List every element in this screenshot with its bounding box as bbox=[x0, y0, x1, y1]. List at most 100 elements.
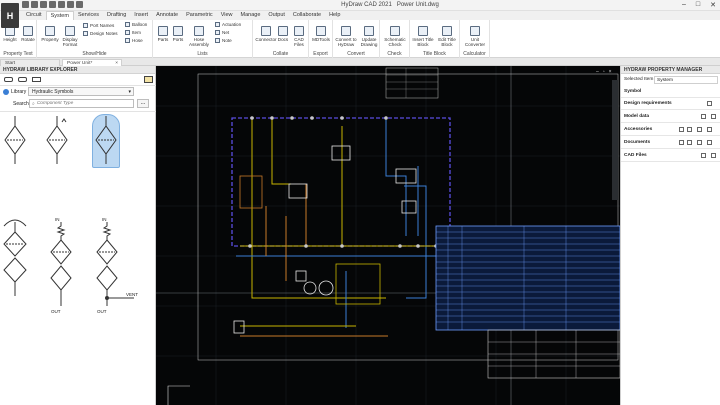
legend-table bbox=[385, 67, 439, 99]
edit-title-block-button[interactable]: Edit Title Block bbox=[436, 26, 458, 47]
net-button[interactable]: Net bbox=[215, 30, 229, 35]
viewport-close-icon[interactable]: × bbox=[609, 69, 612, 75]
filter-symbol-3[interactable] bbox=[95, 116, 117, 164]
app-logo[interactable]: H bbox=[1, 3, 19, 28]
design-notes-button[interactable]: Design Notes bbox=[83, 31, 118, 36]
mdtools-icon bbox=[316, 26, 326, 36]
save-icon[interactable] bbox=[40, 1, 47, 8]
display-format-button[interactable]: Display Format bbox=[60, 26, 80, 47]
ports-button[interactable]: Ports bbox=[171, 26, 185, 42]
convert-icon bbox=[341, 26, 351, 36]
tab-services[interactable]: Services bbox=[74, 11, 103, 20]
tab-output[interactable]: Output bbox=[264, 11, 289, 20]
doc-tab-start[interactable]: Start bbox=[0, 59, 60, 66]
drawing-canvas[interactable]: – ▫ × bbox=[156, 66, 620, 405]
search-icon: ⌕ bbox=[32, 100, 35, 107]
note-button[interactable]: Note bbox=[215, 38, 232, 43]
hose-assembly-button[interactable]: Hose Assembly bbox=[187, 26, 211, 47]
tab-system[interactable]: System bbox=[45, 11, 74, 20]
disconnect-port-icon[interactable] bbox=[18, 77, 27, 82]
file-name: Power Unit.dwg bbox=[396, 2, 439, 8]
docs-button[interactable]: Docs bbox=[277, 26, 289, 42]
flow-line-icon[interactable] bbox=[32, 77, 41, 82]
balloon-button[interactable]: Balloon bbox=[125, 22, 147, 27]
item-button[interactable]: Item bbox=[125, 30, 141, 35]
delete-icon[interactable] bbox=[701, 153, 706, 158]
cad-files-button[interactable]: CAD Files bbox=[289, 26, 309, 47]
section-design-requirements[interactable]: Design requirements bbox=[621, 98, 720, 110]
edit-icon[interactable] bbox=[711, 153, 716, 158]
property-button[interactable]: Property bbox=[40, 26, 60, 42]
port-names-button[interactable]: Port Names bbox=[83, 23, 114, 28]
filter-symbol-1[interactable] bbox=[4, 116, 26, 164]
delete-icon[interactable] bbox=[679, 140, 684, 145]
save-as-icon[interactable] bbox=[49, 1, 56, 8]
edit-icon[interactable] bbox=[707, 140, 712, 145]
library-select[interactable]: Hydraulic Symbols ▾ bbox=[28, 87, 134, 96]
app-title: HyDraw CAD 2021 bbox=[341, 2, 392, 8]
section-symbol[interactable]: Symbol bbox=[621, 86, 720, 98]
tab-drafting[interactable]: Drafting bbox=[103, 11, 130, 20]
tab-insert[interactable]: Insert bbox=[130, 11, 152, 20]
tab-manage[interactable]: Manage bbox=[237, 11, 265, 20]
update-drawing-button[interactable]: Update Drawing bbox=[358, 26, 380, 47]
minimize-icon[interactable]: – bbox=[682, 1, 686, 9]
connector-button[interactable]: Connector bbox=[255, 26, 277, 42]
search-input[interactable] bbox=[36, 101, 127, 106]
new-icon[interactable] bbox=[22, 1, 29, 8]
open-icon[interactable] bbox=[31, 1, 38, 8]
vertical-scrollbar[interactable] bbox=[612, 80, 618, 200]
add-icon[interactable] bbox=[687, 140, 692, 145]
save-icon[interactable] bbox=[697, 127, 702, 132]
more-button[interactable]: ... bbox=[137, 99, 149, 108]
close-icon[interactable]: ✕ bbox=[710, 1, 716, 9]
tab-collaborate[interactable]: Collaborate bbox=[289, 11, 325, 20]
filter-assembly-symbol-1[interactable] bbox=[2, 216, 28, 296]
tab-help[interactable]: Help bbox=[325, 11, 344, 20]
maximize-icon[interactable]: □ bbox=[696, 1, 700, 9]
save-icon[interactable] bbox=[701, 114, 706, 119]
library-toolbar bbox=[0, 74, 156, 86]
hose-button[interactable]: Hose bbox=[125, 38, 143, 43]
delete-icon[interactable] bbox=[679, 127, 684, 132]
connect-port-icon[interactable] bbox=[4, 77, 13, 82]
actuation-button[interactable]: Actuation bbox=[215, 22, 241, 27]
print-icon[interactable] bbox=[58, 1, 65, 8]
library-explorer-panel: HYDRAW LIBRARY EXPLORER Library Hydrauli… bbox=[0, 66, 156, 405]
parts-button[interactable]: Parts bbox=[156, 26, 170, 42]
folder-icon[interactable] bbox=[144, 76, 153, 83]
tab-circuit[interactable]: Circuit bbox=[22, 11, 46, 20]
tab-annotate[interactable]: Annotate bbox=[152, 11, 182, 20]
doc-tab-power-unit[interactable]: Power Unit* × bbox=[62, 59, 122, 66]
edit-icon[interactable] bbox=[707, 101, 712, 106]
insert-title-block-button[interactable]: Insert Title Block bbox=[412, 26, 434, 47]
filter-assembly-symbol-2[interactable] bbox=[50, 222, 72, 306]
undo-icon[interactable] bbox=[67, 1, 74, 8]
mdtools-button[interactable]: MDTools bbox=[311, 26, 331, 42]
chevron-down-icon: ▾ bbox=[128, 89, 131, 95]
window-title: HyDraw CAD 2021 Power Unit.dwg bbox=[300, 2, 480, 8]
ribbon: Height Rotate Property Text Property Dis… bbox=[0, 20, 720, 58]
rotate-button[interactable]: Rotate bbox=[20, 26, 36, 42]
edit-icon[interactable] bbox=[707, 127, 712, 132]
tab-parametric[interactable]: Parametric bbox=[182, 11, 217, 20]
edit-icon[interactable] bbox=[711, 114, 716, 119]
height-button[interactable]: Height bbox=[3, 26, 17, 42]
section-accessories[interactable]: Accessories bbox=[621, 124, 720, 136]
unit-converter-button[interactable]: Unit Converter bbox=[463, 26, 487, 47]
tab-view[interactable]: View bbox=[217, 11, 237, 20]
library-icon bbox=[3, 89, 9, 95]
selected-item-field[interactable]: System bbox=[654, 76, 718, 84]
section-documents[interactable]: Documents bbox=[621, 137, 720, 149]
section-cad-files[interactable]: CAD Files bbox=[621, 150, 720, 162]
viewport-restore-icon[interactable]: ▫ bbox=[603, 69, 605, 75]
redo-icon[interactable] bbox=[76, 1, 83, 8]
add-icon[interactable] bbox=[687, 127, 692, 132]
schematic-check-button[interactable]: Schematic Check bbox=[383, 26, 407, 47]
filter-symbol-2[interactable] bbox=[46, 116, 68, 164]
section-model-data[interactable]: Model data bbox=[621, 111, 720, 123]
convert-to-hydraw-button[interactable]: Convert to HyDraw bbox=[335, 26, 357, 47]
quick-access-toolbar bbox=[22, 1, 83, 10]
viewport-minimize-icon[interactable]: – bbox=[596, 69, 599, 75]
save-icon[interactable] bbox=[697, 140, 702, 145]
